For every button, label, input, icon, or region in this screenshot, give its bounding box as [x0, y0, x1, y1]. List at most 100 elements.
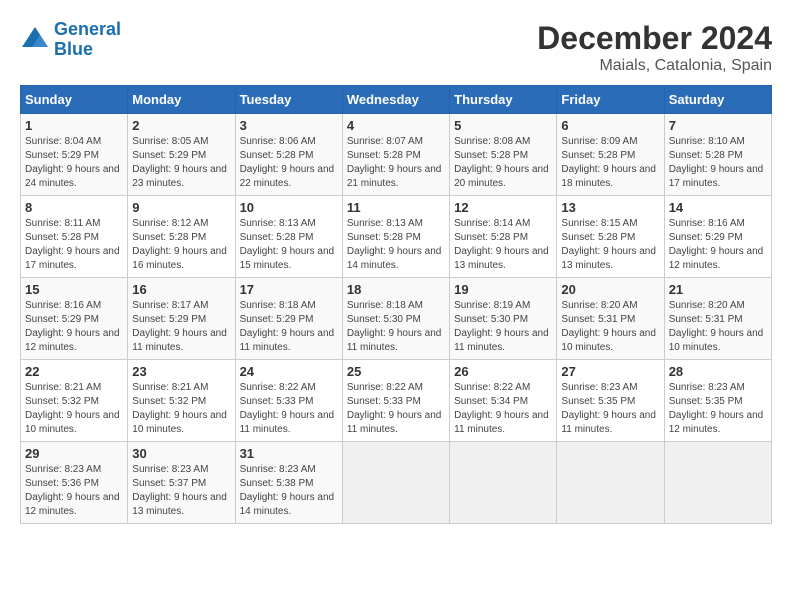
- calendar-body: 1 Sunrise: 8:04 AMSunset: 5:29 PMDaylight…: [21, 114, 772, 524]
- calendar-cell: [557, 442, 664, 524]
- calendar-header-row: SundayMondayTuesdayWednesdayThursdayFrid…: [21, 86, 772, 114]
- calendar-week-row: 29 Sunrise: 8:23 AMSunset: 5:36 PMDayligh…: [21, 442, 772, 524]
- calendar-cell: 2 Sunrise: 8:05 AMSunset: 5:29 PMDaylight…: [128, 114, 235, 196]
- day-info: Sunrise: 8:22 AMSunset: 5:34 PMDaylight:…: [454, 381, 552, 437]
- day-number: 15: [25, 282, 123, 297]
- day-info: Sunrise: 8:16 AMSunset: 5:29 PMDaylight:…: [669, 217, 767, 273]
- day-info: Sunrise: 8:12 AMSunset: 5:28 PMDaylight:…: [132, 217, 230, 273]
- logo: General Blue: [20, 20, 121, 60]
- day-info: Sunrise: 8:20 AMSunset: 5:31 PMDaylight:…: [561, 299, 659, 355]
- calendar-week-row: 15 Sunrise: 8:16 AMSunset: 5:29 PMDayligh…: [21, 278, 772, 360]
- day-info: Sunrise: 8:05 AMSunset: 5:29 PMDaylight:…: [132, 135, 230, 191]
- calendar-cell: [450, 442, 557, 524]
- day-number: 30: [132, 446, 230, 461]
- title-block: December 2024 Maials, Catalonia, Spain: [537, 20, 772, 75]
- calendar-cell: 15 Sunrise: 8:16 AMSunset: 5:29 PMDayligh…: [21, 278, 128, 360]
- calendar-cell: 3 Sunrise: 8:06 AMSunset: 5:28 PMDaylight…: [235, 114, 342, 196]
- day-number: 2: [132, 118, 230, 133]
- calendar-cell: 7 Sunrise: 8:10 AMSunset: 5:28 PMDaylight…: [664, 114, 771, 196]
- day-info: Sunrise: 8:23 AMSunset: 5:35 PMDaylight:…: [669, 381, 767, 437]
- day-number: 14: [669, 200, 767, 215]
- calendar-cell: 4Sunrise: 8:07 AMSunset: 5:28 PMDaylight…: [342, 114, 449, 196]
- page-subtitle: Maials, Catalonia, Spain: [537, 57, 772, 75]
- day-info: Sunrise: 8:18 AMSunset: 5:30 PMDaylight:…: [347, 299, 445, 355]
- calendar-cell: 16Sunrise: 8:17 AMSunset: 5:29 PMDayligh…: [128, 278, 235, 360]
- page-header: General Blue December 2024 Maials, Catal…: [20, 20, 772, 75]
- day-info: Sunrise: 8:17 AMSunset: 5:29 PMDaylight:…: [132, 299, 230, 355]
- day-info: Sunrise: 8:21 AMSunset: 5:32 PMDaylight:…: [132, 381, 230, 437]
- calendar-cell: 8 Sunrise: 8:11 AMSunset: 5:28 PMDaylight…: [21, 196, 128, 278]
- day-number: 24: [240, 364, 338, 379]
- day-info: Sunrise: 8:23 AMSunset: 5:38 PMDaylight:…: [240, 463, 338, 519]
- calendar-cell: 21 Sunrise: 8:20 AMSunset: 5:31 PMDayligh…: [664, 278, 771, 360]
- calendar-cell: 13Sunrise: 8:15 AMSunset: 5:28 PMDayligh…: [557, 196, 664, 278]
- day-info: Sunrise: 8:14 AMSunset: 5:28 PMDaylight:…: [454, 217, 552, 273]
- calendar-cell: 24 Sunrise: 8:22 AMSunset: 5:33 PMDayligh…: [235, 360, 342, 442]
- day-info: Sunrise: 8:19 AMSunset: 5:30 PMDaylight:…: [454, 299, 552, 355]
- calendar-week-row: 22Sunrise: 8:21 AMSunset: 5:32 PMDayligh…: [21, 360, 772, 442]
- calendar-cell: 26 Sunrise: 8:22 AMSunset: 5:34 PMDayligh…: [450, 360, 557, 442]
- calendar-cell: 22Sunrise: 8:21 AMSunset: 5:32 PMDayligh…: [21, 360, 128, 442]
- calendar-cell: 17Sunrise: 8:18 AMSunset: 5:29 PMDayligh…: [235, 278, 342, 360]
- day-number: 31: [240, 446, 338, 461]
- day-number: 20: [561, 282, 659, 297]
- day-info: Sunrise: 8:18 AMSunset: 5:29 PMDaylight:…: [240, 299, 338, 355]
- calendar-cell: 30 Sunrise: 8:23 AMSunset: 5:37 PMDayligh…: [128, 442, 235, 524]
- day-of-week-header: Monday: [128, 86, 235, 114]
- day-of-week-header: Friday: [557, 86, 664, 114]
- calendar-cell: 18 Sunrise: 8:18 AMSunset: 5:30 PMDayligh…: [342, 278, 449, 360]
- day-number: 29: [25, 446, 123, 461]
- day-number: 1: [25, 118, 123, 133]
- day-number: 21: [669, 282, 767, 297]
- calendar-cell: 27 Sunrise: 8:23 AMSunset: 5:35 PMDayligh…: [557, 360, 664, 442]
- calendar-cell: 1 Sunrise: 8:04 AMSunset: 5:29 PMDaylight…: [21, 114, 128, 196]
- day-number: 3: [240, 118, 338, 133]
- day-of-week-header: Wednesday: [342, 86, 449, 114]
- day-info: Sunrise: 8:13 AMSunset: 5:28 PMDaylight:…: [240, 217, 338, 273]
- calendar-cell: 25Sunrise: 8:22 AMSunset: 5:33 PMDayligh…: [342, 360, 449, 442]
- day-info: Sunrise: 8:23 AMSunset: 5:35 PMDaylight:…: [561, 381, 659, 437]
- day-info: Sunrise: 8:08 AMSunset: 5:28 PMDaylight:…: [454, 135, 552, 191]
- calendar-cell: 19Sunrise: 8:19 AMSunset: 5:30 PMDayligh…: [450, 278, 557, 360]
- day-info: Sunrise: 8:15 AMSunset: 5:28 PMDaylight:…: [561, 217, 659, 273]
- day-number: 27: [561, 364, 659, 379]
- day-info: Sunrise: 8:16 AMSunset: 5:29 PMDaylight:…: [25, 299, 123, 355]
- day-info: Sunrise: 8:20 AMSunset: 5:31 PMDaylight:…: [669, 299, 767, 355]
- day-info: Sunrise: 8:23 AMSunset: 5:36 PMDaylight:…: [25, 463, 123, 519]
- day-of-week-header: Sunday: [21, 86, 128, 114]
- day-number: 11: [347, 200, 445, 215]
- day-info: Sunrise: 8:23 AMSunset: 5:37 PMDaylight:…: [132, 463, 230, 519]
- day-number: 7: [669, 118, 767, 133]
- calendar-cell: 10 Sunrise: 8:13 AMSunset: 5:28 PMDayligh…: [235, 196, 342, 278]
- day-number: 25: [347, 364, 445, 379]
- day-of-week-header: Thursday: [450, 86, 557, 114]
- day-info: Sunrise: 8:21 AMSunset: 5:32 PMDaylight:…: [25, 381, 123, 437]
- calendar-cell: 20 Sunrise: 8:20 AMSunset: 5:31 PMDayligh…: [557, 278, 664, 360]
- day-number: 28: [669, 364, 767, 379]
- day-info: Sunrise: 8:22 AMSunset: 5:33 PMDaylight:…: [240, 381, 338, 437]
- logo-text: General Blue: [54, 20, 121, 60]
- day-info: Sunrise: 8:11 AMSunset: 5:28 PMDaylight:…: [25, 217, 123, 273]
- calendar-cell: 14 Sunrise: 8:16 AMSunset: 5:29 PMDayligh…: [664, 196, 771, 278]
- calendar-cell: 28 Sunrise: 8:23 AMSunset: 5:35 PMDayligh…: [664, 360, 771, 442]
- day-of-week-header: Saturday: [664, 86, 771, 114]
- day-number: 6: [561, 118, 659, 133]
- day-number: 9: [132, 200, 230, 215]
- calendar-cell: 23Sunrise: 8:21 AMSunset: 5:32 PMDayligh…: [128, 360, 235, 442]
- calendar-cell: [664, 442, 771, 524]
- day-number: 8: [25, 200, 123, 215]
- calendar-week-row: 8 Sunrise: 8:11 AMSunset: 5:28 PMDaylight…: [21, 196, 772, 278]
- day-number: 10: [240, 200, 338, 215]
- day-number: 18: [347, 282, 445, 297]
- calendar-cell: 5Sunrise: 8:08 AMSunset: 5:28 PMDaylight…: [450, 114, 557, 196]
- day-of-week-header: Tuesday: [235, 86, 342, 114]
- day-info: Sunrise: 8:04 AMSunset: 5:29 PMDaylight:…: [25, 135, 123, 191]
- day-info: Sunrise: 8:06 AMSunset: 5:28 PMDaylight:…: [240, 135, 338, 191]
- day-number: 12: [454, 200, 552, 215]
- day-info: Sunrise: 8:10 AMSunset: 5:28 PMDaylight:…: [669, 135, 767, 191]
- page-title: December 2024: [537, 20, 772, 57]
- day-number: 26: [454, 364, 552, 379]
- day-number: 4: [347, 118, 445, 133]
- calendar-cell: 31 Sunrise: 8:23 AMSunset: 5:38 PMDayligh…: [235, 442, 342, 524]
- calendar-cell: 29 Sunrise: 8:23 AMSunset: 5:36 PMDayligh…: [21, 442, 128, 524]
